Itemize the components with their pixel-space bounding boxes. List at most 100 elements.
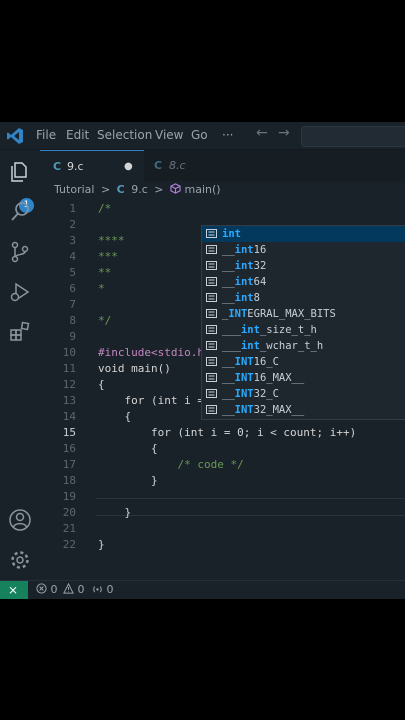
line-number: 9: [69, 330, 76, 343]
suggestion-item[interactable]: __INT32_MAX__: [202, 402, 405, 418]
line-number: 7: [69, 298, 76, 311]
menu-edit[interactable]: Edit: [66, 122, 89, 149]
warning-count: 0: [77, 583, 85, 596]
suggestion-suffix: 16_MAX__: [253, 372, 305, 384]
keyword-icon: [206, 245, 217, 254]
suggestion-label: _INTEGRAL_MAX_BITS: [222, 306, 336, 322]
vscode-logo-icon: [7, 128, 23, 144]
tab-9c[interactable]: C 9.c ●: [40, 150, 144, 182]
editor-tabs: C 9.c ● C 8.c: [40, 150, 405, 182]
menu-selection[interactable]: Selection: [97, 122, 152, 149]
code-line: *: [98, 282, 105, 295]
suggestion-match: INT: [228, 308, 248, 320]
chevron-right-icon: >: [154, 183, 164, 196]
explorer-icon[interactable]: [8, 160, 32, 184]
extensions-icon[interactable]: [8, 320, 32, 344]
suggestion-match: int: [234, 244, 254, 256]
breadcrumb-file[interactable]: 9.c: [131, 183, 148, 196]
keyword-icon: [206, 373, 217, 382]
suggestion-suffix: 64: [253, 276, 267, 288]
remote-indicator[interactable]: ⨯: [0, 581, 28, 599]
problems-status[interactable]: 0 0: [36, 582, 85, 596]
menu-view[interactable]: View: [155, 122, 183, 149]
run-debug-icon[interactable]: [8, 280, 32, 304]
line-number: 10: [62, 346, 76, 359]
suggestion-item[interactable]: _INTEGRAL_MAX_BITS: [202, 306, 405, 322]
method-cube-icon: [170, 183, 181, 194]
unsaved-dot-icon[interactable]: ●: [124, 151, 133, 182]
keyword-icon: [206, 405, 217, 414]
suggestion-item[interactable]: int: [202, 226, 405, 242]
menu-go[interactable]: Go: [191, 122, 208, 149]
keyword-icon: [206, 293, 217, 302]
title-bar: File Edit Selection View Go ··· ← →: [0, 122, 405, 150]
suggestion-prefix: ___: [222, 340, 241, 352]
suggestion-prefix: __: [222, 276, 235, 288]
source-control-icon[interactable]: [8, 240, 32, 264]
code-line: {: [98, 378, 105, 391]
tab-8c[interactable]: C 8.c: [144, 150, 224, 181]
suggestion-suffix: 32: [253, 260, 267, 272]
line-number: 2: [69, 218, 76, 231]
line-number: 16: [62, 442, 76, 455]
code-line: void main(): [98, 362, 171, 375]
code-line: ****: [98, 234, 125, 247]
line-number: 18: [62, 474, 76, 487]
nav-back-icon[interactable]: ←: [256, 125, 268, 141]
autocomplete-suggestions[interactable]: int __int16 __int32 __int64 __int8 _INTEGRAL_…: [201, 225, 405, 420]
settings-gear-icon[interactable]: [8, 548, 32, 572]
breadcrumb-symbol[interactable]: main(): [185, 183, 221, 196]
suggestion-item[interactable]: __INT32_C: [202, 386, 405, 402]
ports-status[interactable]: 0: [92, 583, 114, 596]
suggestion-item[interactable]: __INT16_MAX__: [202, 370, 405, 386]
suggestion-prefix: __: [222, 372, 235, 384]
ports-antenna-icon: [93, 586, 102, 593]
code-line: }: [98, 474, 158, 487]
breadcrumb-folder[interactable]: Tutorial: [54, 183, 94, 196]
suggestion-label: __int8: [222, 290, 260, 306]
suggestion-label: __INT32_MAX__: [222, 402, 304, 418]
line-number: 6: [69, 282, 76, 295]
suggestion-match: int: [234, 260, 254, 272]
activity-bar: 1: [0, 150, 40, 580]
suggestion-prefix: ___: [222, 324, 241, 336]
suggestion-suffix: _wchar_t_h: [259, 340, 324, 352]
menu-file[interactable]: File: [36, 122, 56, 149]
code-editor[interactable]: 1 /* 2 3 **** 4 *** 5 ** 6 * 7 8 */ 9 10 #include<stdio.…: [40, 198, 405, 580]
line-number: 4: [69, 250, 76, 263]
remote-icon: ⨯: [8, 583, 19, 597]
keyword-icon: [206, 229, 217, 238]
suggestion-item[interactable]: __int32: [202, 258, 405, 274]
suggestion-suffix: EGRAL_MAX_BITS: [247, 308, 336, 320]
code-line: */: [98, 314, 112, 327]
line-number: 15: [62, 426, 76, 439]
menu-more[interactable]: ···: [222, 122, 233, 149]
tab-label: 9.c: [67, 160, 84, 173]
nav-forward-icon[interactable]: →: [278, 125, 290, 141]
suggestion-item[interactable]: __INT16_C: [202, 354, 405, 370]
code-line: }: [98, 538, 105, 551]
suggestion-label: __int64: [222, 274, 266, 290]
suggestion-suffix: _size_t_h: [259, 324, 317, 336]
suggestion-item[interactable]: __int16: [202, 242, 405, 258]
command-center-search[interactable]: [301, 126, 405, 147]
suggestion-match: int: [240, 324, 260, 336]
vscode-window: File Edit Selection View Go ··· ← → 1 C …: [0, 122, 405, 599]
tab-label: 8.c: [169, 159, 186, 172]
suggestion-item[interactable]: __int64: [202, 274, 405, 290]
chevron-right-icon: >: [100, 183, 111, 196]
keyword-icon: [206, 277, 217, 286]
suggestion-item[interactable]: __int8: [202, 290, 405, 306]
suggestion-prefix: __: [222, 260, 235, 272]
suggestion-item[interactable]: ___int_wchar_t_h: [202, 338, 405, 354]
suggestion-label: __INT16_MAX__: [222, 370, 304, 386]
accounts-icon[interactable]: [8, 508, 32, 532]
error-icon: [36, 583, 47, 594]
suggestion-label: __int32: [222, 258, 266, 274]
search-icon[interactable]: [8, 200, 32, 224]
suggestion-item[interactable]: ___int_size_t_h: [202, 322, 405, 338]
suggestion-prefix: __: [222, 404, 235, 416]
suggestion-label: ___int_size_t_h: [222, 322, 317, 338]
code-line: for (int i =: [98, 394, 204, 407]
keyword-icon: [206, 341, 217, 350]
